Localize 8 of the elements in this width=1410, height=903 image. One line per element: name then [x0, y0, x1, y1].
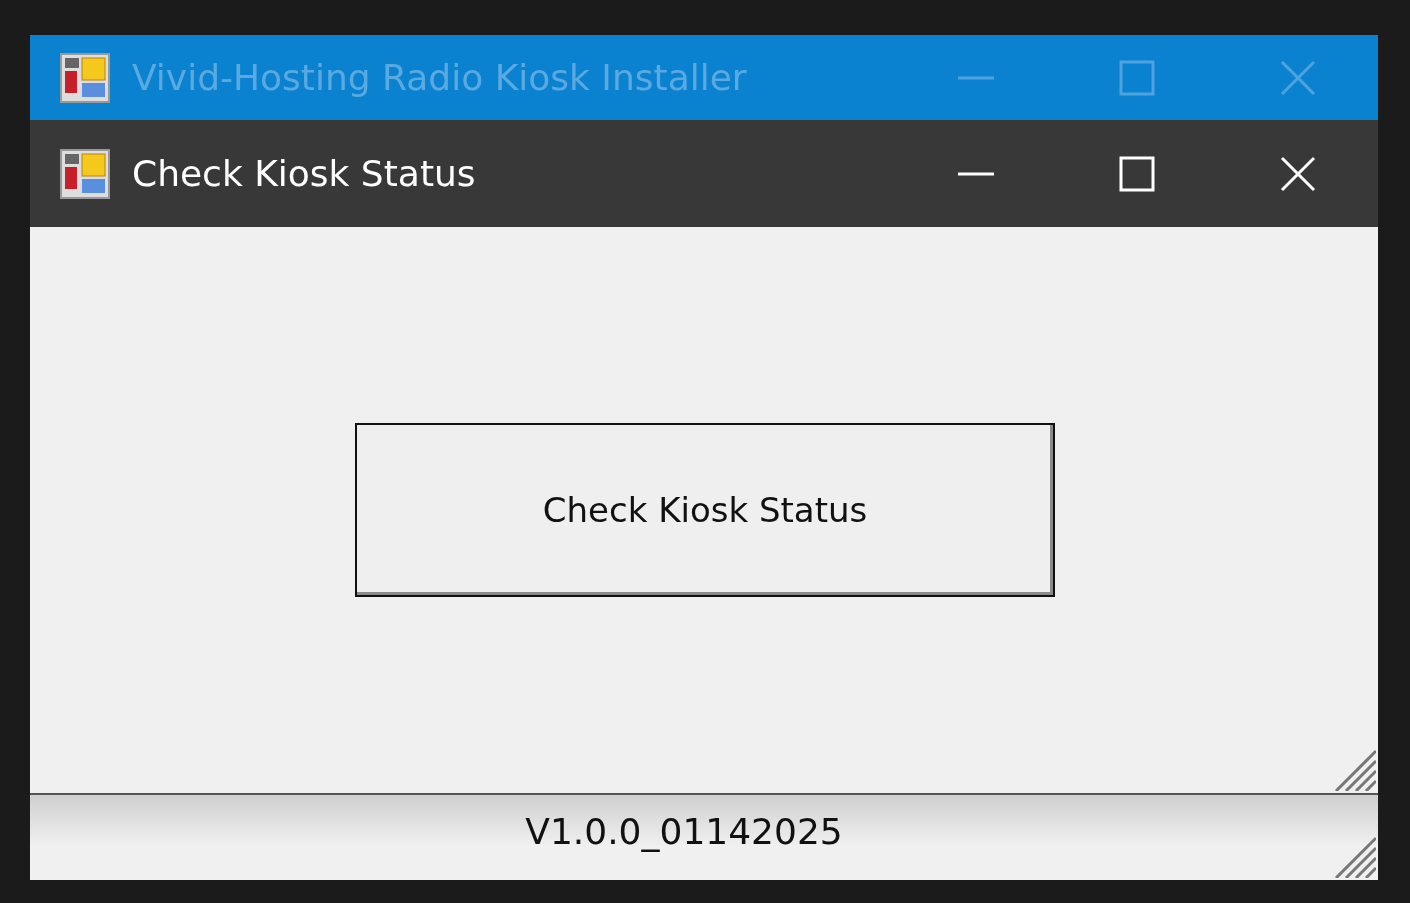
check-status-button[interactable]: Check Kiosk Status: [355, 423, 1055, 597]
resize-grip-icon[interactable]: [1332, 747, 1376, 791]
resize-grip-icon[interactable]: [1332, 834, 1376, 878]
app-icon: [60, 148, 110, 199]
version-label: V1.0.0_01142025: [525, 811, 843, 852]
window-title: Vivid-Hosting Radio Kiosk Installer: [132, 57, 748, 98]
window-title: Check Kiosk Status: [132, 153, 477, 194]
app-icon: [60, 52, 110, 103]
